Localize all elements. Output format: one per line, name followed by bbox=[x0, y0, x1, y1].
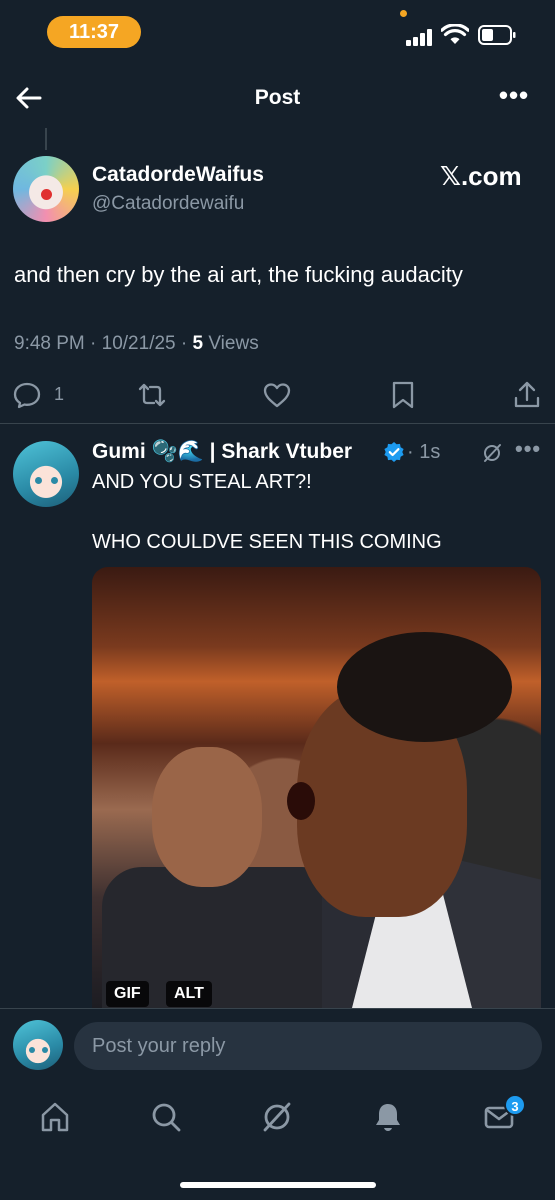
media-hair bbox=[337, 632, 512, 742]
privacy-indicator-dot bbox=[400, 10, 407, 17]
avatar-eye bbox=[42, 1047, 48, 1053]
reply-count: 1 bbox=[54, 384, 65, 404]
reply-input[interactable] bbox=[74, 1022, 542, 1070]
grok-tab-icon[interactable] bbox=[260, 1100, 294, 1134]
repost-icon[interactable] bbox=[136, 380, 168, 410]
views-label[interactable]: Views bbox=[203, 333, 258, 354]
home-icon[interactable] bbox=[38, 1100, 72, 1134]
like-heart-icon[interactable] bbox=[262, 380, 292, 410]
grok-icon[interactable] bbox=[481, 442, 503, 464]
notifications-bell-icon[interactable] bbox=[371, 1100, 405, 1134]
post-timestamp: 9:48 PM · 10/21/25 · bbox=[14, 333, 193, 354]
bookmark-icon[interactable] bbox=[390, 380, 416, 410]
status-time[interactable]: 11:37 bbox=[47, 16, 141, 48]
share-icon[interactable] bbox=[513, 380, 541, 410]
avatar-eye bbox=[51, 477, 58, 484]
reply-text-line-2: WHO COULDVE SEEN THIS COMING bbox=[92, 531, 442, 553]
avatar-eye bbox=[29, 1047, 35, 1053]
x-com-source-badge: 𝕏.com bbox=[440, 161, 522, 191]
reply-media-gif[interactable]: GIF ALT bbox=[92, 567, 541, 1008]
current-user-avatar[interactable] bbox=[13, 1020, 63, 1070]
gif-badge: GIF bbox=[106, 981, 149, 1007]
home-indicator[interactable] bbox=[180, 1182, 376, 1188]
search-icon[interactable] bbox=[149, 1100, 183, 1134]
alt-text-badge[interactable]: ALT bbox=[166, 981, 212, 1007]
post-divider bbox=[0, 423, 555, 424]
post-text: and then cry by the ai art, the fucking … bbox=[14, 262, 463, 287]
wifi-icon bbox=[441, 24, 469, 44]
battery-icon bbox=[478, 25, 516, 45]
author-avatar[interactable] bbox=[13, 156, 79, 222]
media-open-mouth bbox=[287, 782, 315, 820]
status-bar: 11:37 bbox=[0, 0, 555, 62]
reply-text-line-1: AND YOU STEAL ART?! bbox=[92, 471, 312, 493]
media-background-person-face bbox=[152, 747, 262, 887]
reply-author-avatar[interactable] bbox=[13, 441, 79, 507]
reply-more-options-icon[interactable]: ••• bbox=[515, 436, 541, 462]
avatar-eye bbox=[35, 477, 42, 484]
reply-timestamp: · 1s bbox=[407, 441, 441, 463]
verified-badge-icon bbox=[384, 442, 404, 462]
page-title: Post bbox=[254, 86, 301, 109]
post-actions: 1 bbox=[0, 374, 555, 416]
reply-author-name[interactable]: Gumi 🫧🌊 | Shark Vtuber bbox=[92, 440, 352, 464]
top-nav: Post ••• bbox=[0, 70, 555, 126]
views-count[interactable]: 5 bbox=[193, 333, 204, 354]
messages-unread-badge: 3 bbox=[504, 1094, 526, 1116]
thread-connector-line bbox=[45, 128, 47, 150]
reply-icon[interactable] bbox=[12, 380, 42, 410]
avatar-clown-nose bbox=[41, 189, 52, 200]
author-name[interactable]: CatadordeWaifus bbox=[92, 163, 264, 187]
author-handle[interactable]: @Catadordewaifu bbox=[92, 193, 244, 215]
post-metadata: 9:48 PM · 10/21/25 · 5 Views bbox=[14, 333, 259, 355]
more-options-icon[interactable]: ••• bbox=[496, 82, 532, 112]
cellular-signal-icon bbox=[406, 28, 434, 46]
